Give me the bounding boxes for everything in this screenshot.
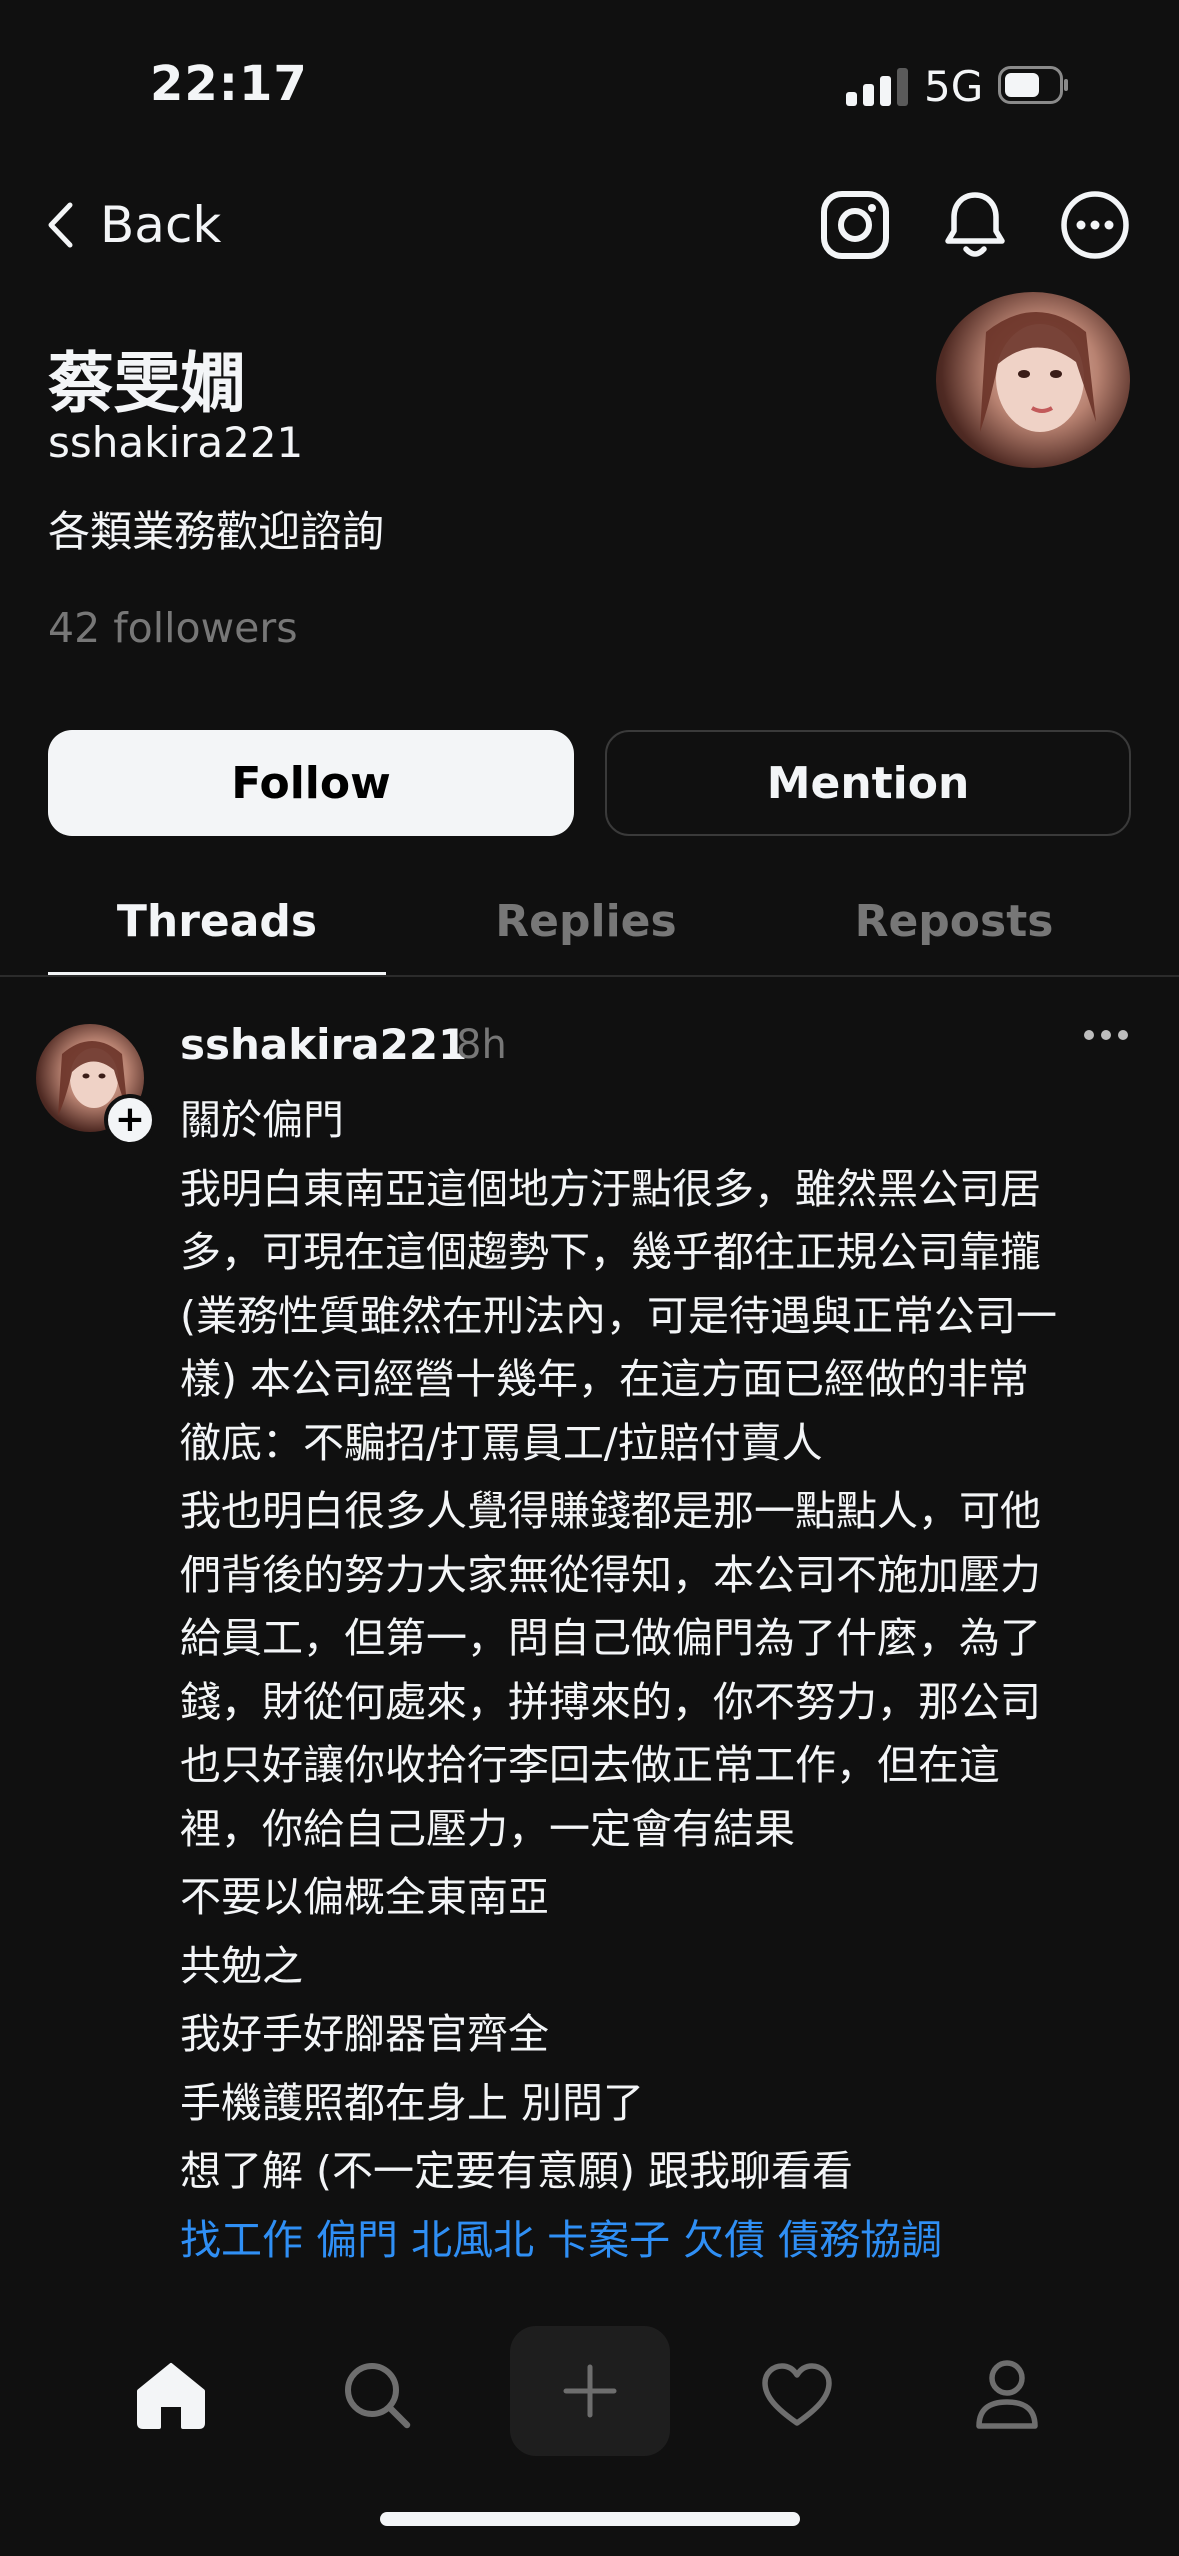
post-line: 樣) 本公司經營十幾年，在這方面已經做的非常 bbox=[180, 1355, 1030, 1403]
profile-bio: 各類業務歡迎諮詢 bbox=[48, 507, 385, 556]
compose-icon[interactable] bbox=[510, 2326, 670, 2456]
chevron-left-icon bbox=[48, 202, 73, 248]
post-line: 給員工，但第一，問自己做偏門為了什麼，為了 bbox=[180, 1614, 1041, 1662]
back-label: Back bbox=[100, 196, 222, 254]
signal-icon bbox=[846, 66, 908, 106]
post-line: 想了解 (不一定要有意願) 跟我聊看看 bbox=[180, 2147, 854, 2195]
post-line: 我也明白很多人覺得賺錢都是那一點點人，可他 bbox=[180, 1487, 1041, 1535]
tab-reposts[interactable]: Reposts bbox=[770, 896, 1138, 947]
post-username[interactable]: sshakira221 bbox=[180, 1020, 467, 1069]
more-options-icon[interactable] bbox=[1056, 186, 1134, 264]
post-line: 錢，財從何處來，拼搏來的，你不努力，那公司 bbox=[180, 1677, 1041, 1726]
profile-icon[interactable] bbox=[962, 2350, 1052, 2440]
bell-icon[interactable] bbox=[936, 186, 1014, 264]
post-timestamp: 8h bbox=[456, 1022, 507, 1068]
post-line: 們背後的努力大家無從得知，本公司不施加壓力 bbox=[180, 1550, 1041, 1599]
network-type: 5G bbox=[924, 62, 984, 111]
tab-replies[interactable]: Replies bbox=[402, 896, 770, 947]
post-line: 也只好讓你收拾行李回去做正常工作，但在這 bbox=[180, 1741, 1000, 1789]
post-line: 我好手好腳器官齊全 bbox=[180, 2010, 549, 2058]
followers-count[interactable]: 42 followers bbox=[48, 604, 298, 652]
profile-avatar[interactable] bbox=[936, 292, 1130, 468]
home-icon[interactable] bbox=[126, 2350, 216, 2440]
search-icon[interactable] bbox=[332, 2350, 422, 2440]
post-line: (業務性質雖然在刑法內，可是待遇與正常公司一 bbox=[180, 1291, 1057, 1340]
follow-plus-icon[interactable]: + bbox=[104, 1094, 156, 1146]
tab-divider bbox=[0, 975, 1179, 977]
heart-icon[interactable] bbox=[752, 2350, 842, 2440]
tab-threads[interactable]: Threads bbox=[48, 896, 386, 947]
post-line: 多，可現在這個趨勢下，幾乎都往正規公司靠攏 bbox=[180, 1228, 1041, 1276]
profile-handle: sshakira221 bbox=[48, 418, 304, 467]
back-button[interactable]: Back bbox=[46, 196, 221, 254]
follow-button[interactable]: Follow bbox=[48, 730, 574, 836]
post-line: 共勉之 bbox=[180, 1941, 303, 1990]
status-time: 22:17 bbox=[150, 56, 308, 112]
mention-button[interactable]: Mention bbox=[605, 730, 1131, 836]
home-indicator[interactable] bbox=[380, 2512, 800, 2526]
post-line: 裡，你給自己壓力，一定會有結果 bbox=[180, 1804, 795, 1853]
post-hashtags[interactable]: 找工作 偏門 北風北 卡案子 欠債 債務協調 bbox=[180, 2208, 1140, 2272]
post-line: 我明白東南亞這個地方汙點很多，雖然黑公司居 bbox=[180, 1164, 1041, 1213]
post-line: 徹底：不騙招/打罵員工/拉賠付賣人 bbox=[180, 1418, 823, 1467]
instagram-icon[interactable] bbox=[816, 186, 894, 264]
post-line: 不要以偏概全東南亞 bbox=[180, 1873, 549, 1921]
post-body: 關於偏門 我明白東南亞這個地方汙點很多，雖然黑公司居 多，可現在這個趨勢下，幾乎… bbox=[180, 1088, 1140, 2271]
post-line: 關於偏門 bbox=[180, 1096, 344, 1144]
post-line: 手機護照都在身上 別問了 bbox=[180, 2078, 645, 2127]
post-more-icon[interactable] bbox=[1084, 1030, 1128, 1040]
profile-name: 蔡雯嫺 bbox=[48, 345, 246, 422]
battery-icon bbox=[998, 66, 1068, 104]
